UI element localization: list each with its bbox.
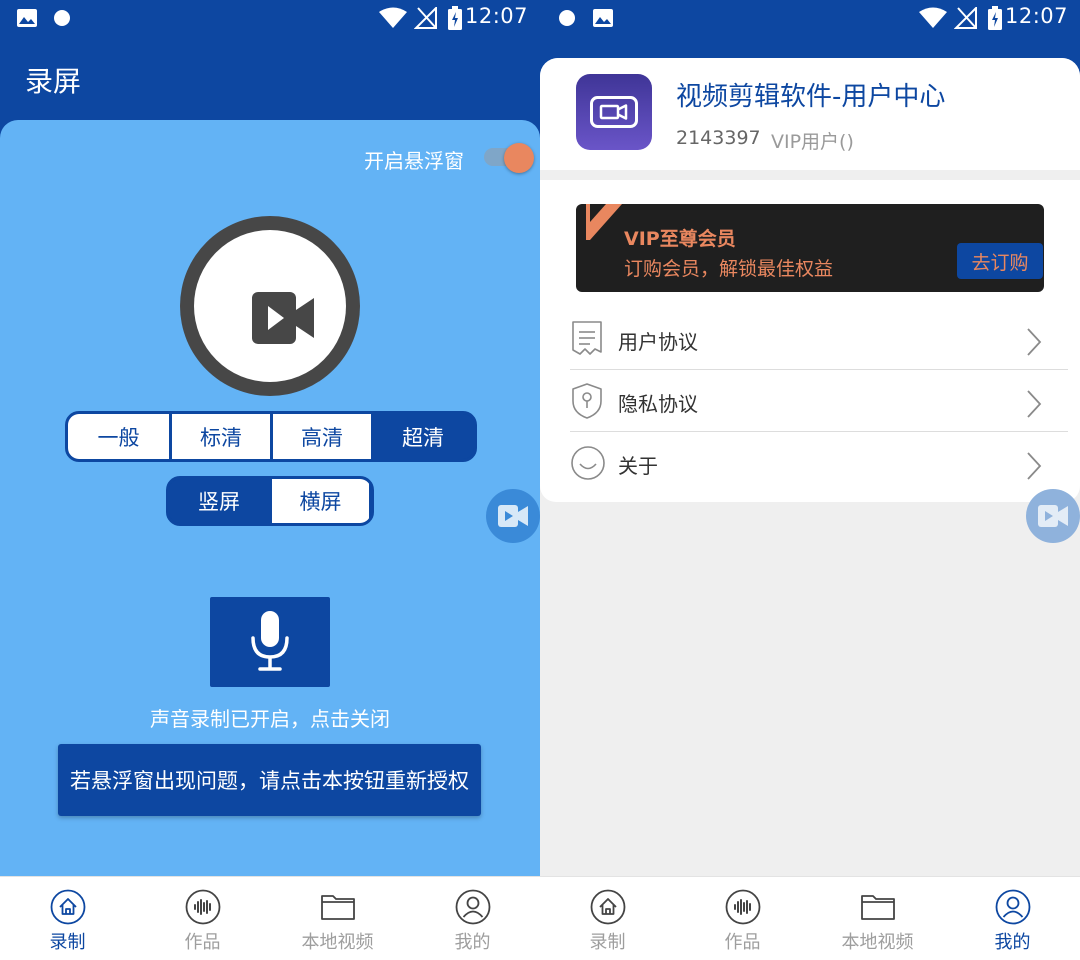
- status-bar: 12:07: [0, 0, 540, 36]
- tab-label: 录制: [589, 932, 626, 953]
- vip-subtitle: 订购会员，解锁最佳权益: [624, 258, 834, 280]
- chevron-right-icon: [1027, 328, 1042, 356]
- subscribe-button[interactable]: 去订购: [957, 243, 1043, 279]
- orientation-option-landscape[interactable]: 横屏: [269, 479, 369, 523]
- battery-charging-icon: [988, 6, 1002, 30]
- user-center-body: 视频剪辑软件-用户中心 2143397 VIP用户() VIP至尊会员 订购会员…: [540, 58, 1080, 876]
- user-id: 2143397: [676, 127, 761, 149]
- reauthorize-button[interactable]: 若悬浮窗出现问题，请点击本按钮重新授权: [58, 744, 481, 816]
- chevron-right-icon: [1027, 390, 1042, 418]
- status-time: 12:07: [1004, 4, 1068, 28]
- user-icon: [995, 889, 1030, 925]
- video-camera-icon: [252, 292, 314, 344]
- battery-charging-icon: [448, 6, 462, 30]
- menu-item-label: 隐私协议: [618, 392, 698, 416]
- tab-label: 作品: [184, 932, 221, 953]
- vip-corner-badge-icon: [584, 204, 622, 240]
- tab-label: 录制: [49, 932, 86, 953]
- tab-mine[interactable]: 我的: [405, 877, 540, 960]
- quality-selector: 一般 标清 高清 超清: [65, 411, 477, 462]
- menu-card: VIP至尊会员 订购会员，解锁最佳权益 去订购 用户协议 隐私协议 关于: [540, 180, 1080, 502]
- user-icon: [455, 889, 490, 925]
- quality-option-sd[interactable]: 标清: [169, 414, 270, 459]
- image-notification-icon: [593, 9, 613, 27]
- menu-item-user-agreement[interactable]: 用户协议: [570, 308, 1068, 370]
- shield-lock-icon: [572, 383, 602, 419]
- record-button[interactable]: [180, 216, 360, 396]
- wifi-icon: [379, 7, 407, 28]
- dot-notification-icon: [559, 10, 575, 26]
- app-logo: [576, 74, 652, 150]
- menu-item-label: 关于: [618, 454, 658, 478]
- tab-works[interactable]: 作品: [135, 877, 270, 960]
- quality-option-normal[interactable]: 一般: [68, 414, 169, 459]
- no-signal-icon: [954, 7, 977, 29]
- document-icon: [572, 321, 602, 355]
- audio-wave-icon: [725, 889, 760, 925]
- page-title: 录屏: [25, 65, 82, 98]
- status-time: 12:07: [464, 4, 528, 28]
- microphone-icon: [251, 611, 289, 671]
- floating-record-button[interactable]: [1026, 489, 1080, 543]
- record-screen: 12:07 录屏 开启悬浮窗 一般 标清 高清 超清 竖屏 横屏 声音录制已开启…: [0, 0, 540, 960]
- video-camera-icon: [590, 96, 638, 128]
- record-button-inner: [194, 230, 346, 382]
- toggle-knob: [504, 143, 534, 173]
- video-camera-icon: [1038, 505, 1068, 527]
- tab-label: 本地视频: [301, 932, 374, 953]
- app-name: 视频剪辑软件-用户中心: [676, 82, 946, 112]
- floating-record-button[interactable]: [486, 489, 540, 543]
- home-icon: [50, 889, 85, 925]
- video-camera-icon: [498, 505, 528, 527]
- quality-option-uhd[interactable]: 超清: [371, 414, 472, 459]
- orientation-option-portrait[interactable]: 竖屏: [169, 479, 269, 523]
- menu-item-about[interactable]: 关于: [570, 432, 1068, 494]
- audio-status-text[interactable]: 声音录制已开启，点击关闭: [0, 703, 540, 732]
- bottom-tab-bar: 录制 作品 本地视频 我的: [540, 876, 1080, 960]
- wifi-icon: [919, 7, 947, 28]
- image-notification-icon: [17, 9, 37, 27]
- folder-icon: [320, 895, 355, 920]
- menu-item-privacy-policy[interactable]: 隐私协议: [570, 370, 1068, 432]
- tab-label: 本地视频: [841, 932, 914, 953]
- bottom-tab-bar: 录制 作品 本地视频 我的: [0, 876, 540, 960]
- smile-icon: [571, 446, 605, 480]
- vip-banner[interactable]: VIP至尊会员 订购会员，解锁最佳权益 去订购: [576, 204, 1044, 292]
- microphone-button[interactable]: [210, 597, 330, 687]
- vip-title: VIP至尊会员: [624, 228, 736, 250]
- tab-mine[interactable]: 我的: [945, 877, 1080, 960]
- audio-wave-icon: [185, 889, 220, 925]
- tab-label: 作品: [724, 932, 761, 953]
- tab-local-video[interactable]: 本地视频: [270, 877, 405, 960]
- user-center-screen: 12:07 视频剪辑软件-用户中心 2143397 VIP用户() VIP至尊会…: [540, 0, 1080, 960]
- tab-record[interactable]: 录制: [0, 877, 135, 960]
- chevron-right-icon: [1027, 452, 1042, 480]
- dot-notification-icon: [54, 10, 70, 26]
- float-window-toggle[interactable]: [484, 143, 534, 173]
- orientation-selector: 竖屏 横屏: [166, 476, 374, 526]
- folder-icon: [860, 895, 895, 920]
- tab-works[interactable]: 作品: [675, 877, 810, 960]
- float-window-label: 开启悬浮窗: [364, 149, 464, 173]
- tab-label: 我的: [454, 932, 491, 953]
- home-icon: [590, 889, 625, 925]
- no-signal-icon: [414, 7, 437, 29]
- user-vip-status: VIP用户(): [771, 131, 854, 153]
- menu-item-label: 用户协议: [618, 330, 698, 354]
- tab-label: 我的: [994, 932, 1031, 953]
- tab-record[interactable]: 录制: [540, 877, 675, 960]
- status-bar: 12:07: [540, 0, 1080, 36]
- profile-header: 视频剪辑软件-用户中心 2143397 VIP用户(): [540, 58, 1080, 170]
- tab-local-video[interactable]: 本地视频: [810, 877, 945, 960]
- quality-option-hd[interactable]: 高清: [270, 414, 371, 459]
